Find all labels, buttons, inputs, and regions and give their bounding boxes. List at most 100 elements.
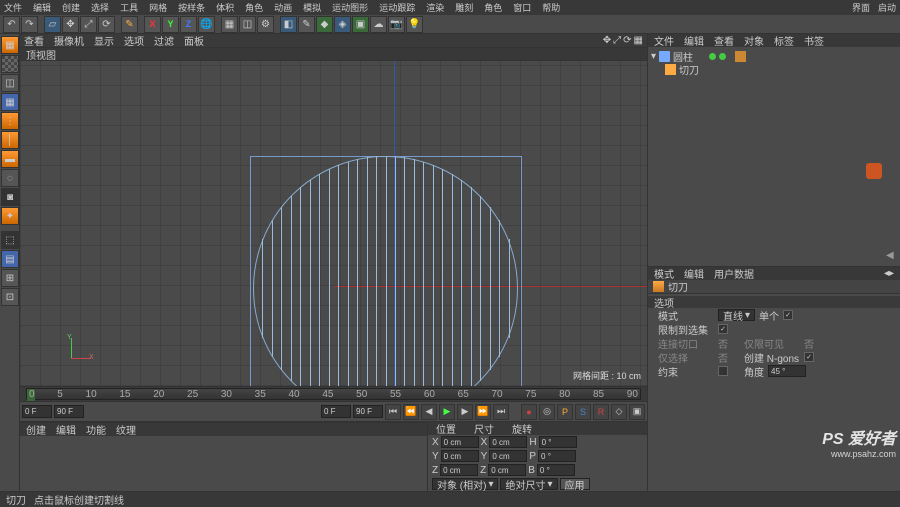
attr-nav-icon[interactable]: ◂▸ [884,268,894,279]
next-key-button[interactable]: ⏩ [475,404,491,420]
end-frame-field[interactable] [54,405,84,418]
restrict-checkbox[interactable]: ✓ [718,324,728,334]
obj-file-menu[interactable]: 文件 [654,33,674,48]
apply-button[interactable]: 应用 [560,478,590,490]
menu-item[interactable]: 角色 [484,1,502,14]
layout-label[interactable]: 界面 [852,1,870,14]
menu-item[interactable]: 按样条 [178,1,205,14]
visibility-render-dot[interactable] [719,53,726,60]
key-scale-button[interactable]: S [575,404,591,420]
menu-item[interactable]: 创建 [62,1,80,14]
obj-tags-menu[interactable]: 标签 [774,33,794,48]
size-x-field[interactable] [489,436,527,448]
menu-item[interactable]: 窗口 [513,1,531,14]
timeline[interactable]: 051015202530354045505560657075808590 [20,386,647,402]
obj-objects-menu[interactable]: 对象 [744,33,764,48]
key-rot-button[interactable]: R [593,404,609,420]
pos-x-field[interactable] [441,436,479,448]
key-pla-button[interactable]: ▣ [629,404,645,420]
render-region-button[interactable]: ◫ [239,16,256,33]
pos-y-field[interactable] [441,450,479,462]
current-frame-field[interactable] [321,405,351,418]
axis-z-toggle[interactable]: Z [180,16,197,33]
object-mode-button[interactable]: ◫ [1,74,19,92]
menu-item[interactable]: 渲染 [426,1,444,14]
attr-userdata-menu[interactable]: 用户数据 [714,266,754,281]
options-section-header[interactable]: 选项 [648,296,900,308]
view-nav-icon[interactable]: ✥ [603,35,611,46]
coord-size-dropdown[interactable]: 绝对尺寸▾ [500,478,557,490]
menu-item[interactable]: 体积 [216,1,234,14]
view-zoom-icon[interactable]: ⤢ [613,35,621,46]
points-mode-button[interactable]: ⋮ [1,112,19,130]
menu-item[interactable]: 运动图形 [332,1,368,14]
coord-mode-dropdown[interactable]: 对象 (相对)▾ [432,478,498,490]
knife-tool[interactable]: ✎ [121,16,138,33]
mat-create-menu[interactable]: 创建 [26,422,46,437]
move-tool[interactable]: ✥ [62,16,79,33]
make-editable-button[interactable]: ▦ [1,36,19,54]
snap-button[interactable]: ⊞ [1,269,19,287]
edges-mode-button[interactable]: │ [1,131,19,149]
view-rotate-icon[interactable]: ⟳ [623,35,631,46]
prev-frame-button[interactable]: ◀ [421,404,437,420]
nurbs-button[interactable]: ◆ [316,16,333,33]
goto-start-button[interactable]: ⏮ [385,404,401,420]
uv-points-button[interactable]: ◌ [1,169,19,187]
panel-expand-icon[interactable] [886,250,899,263]
menu-item[interactable]: 工具 [120,1,138,14]
render-view-button[interactable]: ▦ [221,16,238,33]
prev-key-button[interactable]: ⏪ [403,404,419,420]
constrain-checkbox[interactable] [718,366,728,376]
menu-item[interactable]: 模拟 [303,1,321,14]
key-pos-button[interactable]: P [557,404,573,420]
autokey-button[interactable]: ◎ [539,404,555,420]
camera-button[interactable]: 📷 [388,16,405,33]
menu-item[interactable]: 运动跟踪 [379,1,415,14]
menu-item[interactable]: 文件 [4,1,22,14]
cut-mode-dropdown[interactable]: 直线 ▾ [718,309,755,321]
world-toggle[interactable]: 🌐 [198,16,215,33]
view-toggle-icon[interactable]: ▦ [634,35,643,46]
pos-z-field[interactable] [440,464,478,476]
deformer-button[interactable]: ▣ [352,16,369,33]
axis-x-toggle[interactable]: X [144,16,161,33]
record-button[interactable]: ● [521,404,537,420]
texture-mode-button[interactable]: ▦ [1,93,19,111]
mat-func-menu[interactable]: 功能 [86,422,106,437]
redo-button[interactable]: ↷ [21,16,38,33]
model-mode-button[interactable] [1,55,19,73]
menu-item[interactable]: 雕刻 [455,1,473,14]
menu-item[interactable]: 选择 [91,1,109,14]
generator-button[interactable]: ◈ [334,16,351,33]
render-settings-button[interactable]: ⚙ [257,16,274,33]
single-checkbox[interactable]: ✓ [783,310,793,320]
workplane-button[interactable]: ⊡ [1,288,19,306]
start-frame-field[interactable] [22,405,52,418]
plugin-badge-icon[interactable] [866,163,882,179]
panel-menu[interactable]: 面板 [184,33,204,48]
select-tool[interactable]: ▱ [44,16,61,33]
tree-row-knife[interactable]: 切刀 [651,63,897,76]
viewport-solo-button[interactable]: ▤ [1,250,19,268]
menu-item[interactable]: 编辑 [33,1,51,14]
display-menu[interactable]: 显示 [94,33,114,48]
mat-tex-menu[interactable]: 纹理 [116,422,136,437]
camera-menu[interactable]: 摄像机 [54,33,84,48]
play-button[interactable]: ▶ [439,404,455,420]
uv-polys-button[interactable]: ◙ [1,188,19,206]
prim-pen-button[interactable]: ✎ [298,16,315,33]
angle-field[interactable] [768,365,806,377]
mat-edit-menu[interactable]: 编辑 [56,422,76,437]
key-param-button[interactable]: ◇ [611,404,627,420]
size-z-field[interactable] [488,464,526,476]
menu-item[interactable]: 角色 [245,1,263,14]
timeline-track[interactable]: 051015202530354045505560657075808590 [26,388,641,400]
filter-menu[interactable]: 过滤 [154,33,174,48]
menu-item[interactable]: 动画 [274,1,292,14]
rot-p-field[interactable] [538,450,576,462]
axis-mode-button[interactable]: ✦ [1,207,19,225]
goto-end-button[interactable]: ⏭ [493,404,509,420]
menu-item[interactable]: 网格 [149,1,167,14]
expand-icon[interactable]: ▾ [651,51,656,62]
